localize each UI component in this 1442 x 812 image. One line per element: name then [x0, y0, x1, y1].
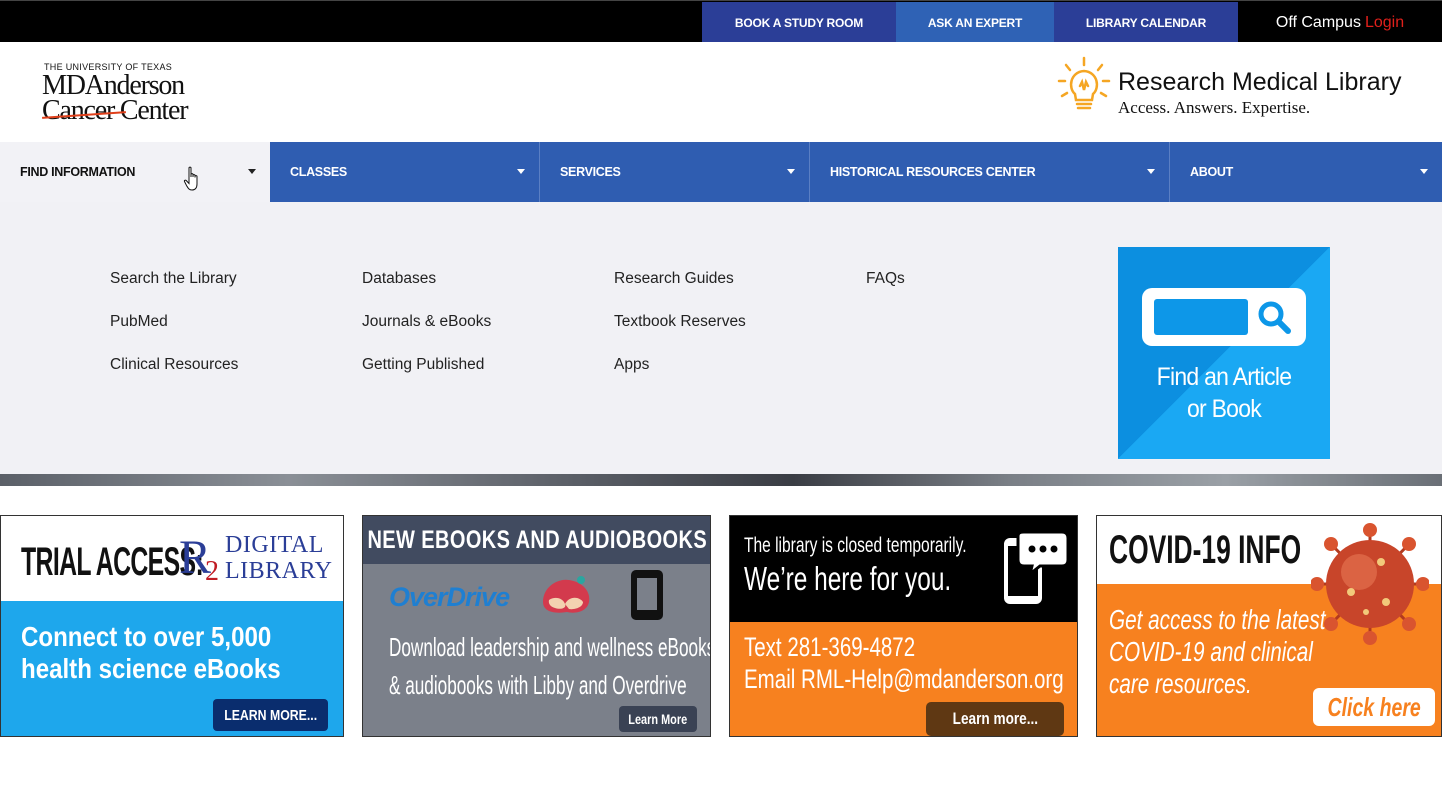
caret-down-icon	[248, 169, 256, 174]
library-tagline: Access. Answers. Expertise.	[1118, 98, 1311, 117]
book-study-room-link[interactable]: BOOK A STUDY ROOM	[702, 2, 896, 43]
find-card-title: Find an Article or Book	[1126, 361, 1321, 425]
covid-line2: COVID-19 and clinical	[1109, 636, 1313, 667]
covid-line1: Get access to the latest	[1109, 604, 1326, 635]
trial-line1: Connect to over 5,000	[21, 621, 272, 652]
main-navigation: FIND INFORMATION CLASSES SERVICES HISTOR…	[0, 142, 1442, 202]
closed-top: The library is closed temporarily. We’re…	[730, 516, 1077, 622]
closed-bottom: Text 281-369-4872 Email RML-Help@mdander…	[730, 622, 1077, 736]
menu-link-search-the-library[interactable]: Search the Library	[110, 270, 237, 288]
card-background	[1118, 247, 1330, 459]
menu-link-faqs[interactable]: FAQs	[866, 270, 905, 288]
ebooks-line1: Download leadership and wellness eBooks	[389, 632, 711, 662]
covid-heading: COVID-19 INFO	[1109, 528, 1302, 572]
new-ebooks-banner[interactable]: NEW EBOOKS AND AUDIOBOOKS OverDrive Down…	[362, 515, 711, 737]
libby-icon	[543, 576, 590, 613]
hand-cursor-icon	[183, 166, 198, 191]
closed-email: Email RML-Help@mdanderson.org	[744, 664, 1064, 694]
off-campus-label: Off Campus	[1275, 13, 1361, 31]
find-card-line2: or Book	[1186, 395, 1262, 423]
menu-link-textbook-reserves[interactable]: Textbook Reserves	[614, 313, 746, 331]
covid-line3: care resources.	[1109, 668, 1252, 699]
find-card-line1: Find an Article	[1156, 363, 1292, 391]
caret-down-icon	[787, 169, 795, 174]
closed-learn-more-button[interactable]: Learn more...	[926, 702, 1064, 736]
login-link[interactable]: Login	[1365, 14, 1404, 32]
covid-click-here-button[interactable]: Click here	[1313, 688, 1435, 726]
r2-digital-library-logo: R 2 DIGITAL LIBRARY	[179, 530, 332, 592]
r2-logo-two: 2	[205, 556, 219, 587]
menu-link-apps[interactable]: Apps	[614, 356, 649, 374]
overdrive-logo: OverDrive	[389, 582, 510, 612]
nav-about[interactable]: ABOUT	[1170, 142, 1442, 202]
trial-heading: TRIAL ACCESS:	[21, 540, 204, 584]
covid-19-info-banner[interactable]: COVID-19 INFO Get access to the latest C…	[1096, 515, 1442, 737]
trial-bottom: Connect to over 5,000 health science eBo…	[1, 601, 343, 736]
nav-label: ABOUT	[1190, 165, 1233, 179]
nav-find-information[interactable]: FIND INFORMATION	[0, 142, 270, 202]
nav-classes[interactable]: CLASSES	[270, 142, 540, 202]
caret-down-icon	[1147, 169, 1155, 174]
trial-learn-more-button[interactable]: LEARN MORE...	[213, 699, 328, 731]
closed-text-number: Text 281-369-4872	[744, 632, 916, 662]
ebooks-learn-more-button[interactable]: Learn More	[619, 706, 697, 732]
search-graphic	[1142, 288, 1306, 346]
menu-link-pubmed[interactable]: PubMed	[110, 313, 168, 331]
r2-logo-library: LIBRARY	[225, 558, 333, 584]
ebooks-line2: & audiobooks with Libby and Overdrive	[389, 670, 687, 700]
md-anderson-logo[interactable]: THE UNIVERSITY OF TEXAS MDAnderson Cance…	[42, 62, 212, 126]
phone-icon	[631, 570, 663, 620]
ebooks-heading: NEW EBOOKS AND AUDIOBOOKS	[367, 525, 708, 554]
nav-services[interactable]: SERVICES	[540, 142, 810, 202]
menu-link-clinical-resources[interactable]: Clinical Resources	[110, 356, 238, 374]
nav-label: CLASSES	[290, 165, 347, 179]
closed-line2: We’re here for you.	[744, 560, 952, 597]
nav-label: FIND INFORMATION	[20, 165, 136, 179]
utility-bar: BOOK A STUDY ROOM ASK AN EXPERT LIBRARY …	[0, 0, 1442, 43]
trial-top: TRIAL ACCESS: R 2 DIGITAL LIBRARY	[1, 516, 343, 601]
trial-access-banner[interactable]: TRIAL ACCESS: R 2 DIGITAL LIBRARY Connec…	[0, 515, 344, 737]
research-medical-library-logo[interactable]: Research Medical Library Access. Answers…	[1056, 56, 1426, 120]
off-campus-login: Off Campus Login	[1238, 2, 1442, 43]
nav-label: SERVICES	[560, 165, 621, 179]
ebooks-body: OverDrive Download leadership and wellne…	[363, 564, 711, 736]
ask-an-expert-link[interactable]: ASK AN EXPERT	[896, 2, 1054, 43]
menu-link-databases[interactable]: Databases	[362, 270, 436, 288]
menu-link-getting-published[interactable]: Getting Published	[362, 356, 484, 374]
find-article-or-book-card[interactable]: Find an Article or Book	[1118, 247, 1330, 459]
search-field-graphic	[1154, 299, 1248, 335]
trial-line2: health science eBooks	[21, 653, 281, 684]
ebooks-description: Download leadership and wellness eBooks …	[389, 628, 711, 704]
ebooks-header: NEW EBOOKS AND AUDIOBOOKS	[363, 516, 710, 564]
caret-down-icon	[1420, 169, 1428, 174]
menu-link-journals-ebooks[interactable]: Journals & eBooks	[362, 313, 491, 331]
campus-photo-strip	[0, 474, 1442, 486]
lightbulb-icon	[1057, 56, 1111, 110]
search-icon	[1258, 301, 1291, 334]
closed-line1: The library is closed temporarily.	[744, 534, 967, 557]
library-calendar-link[interactable]: LIBRARY CALENDAR	[1054, 2, 1238, 43]
library-closed-banner[interactable]: The library is closed temporarily. We’re…	[729, 515, 1078, 737]
menu-link-research-guides[interactable]: Research Guides	[614, 270, 734, 288]
trial-description: Connect to over 5,000 health science eBo…	[21, 621, 281, 685]
phone-chat-icon	[1004, 532, 1070, 604]
coronavirus-icon	[1311, 523, 1429, 645]
nav-historical-resources-center[interactable]: HISTORICAL RESOURCES CENTER	[810, 142, 1170, 202]
caret-down-icon	[517, 169, 525, 174]
site-header: THE UNIVERSITY OF TEXAS MDAnderson Cance…	[0, 42, 1442, 142]
r2-logo-digital: DIGITAL	[225, 532, 324, 558]
library-title: Research Medical Library	[1118, 68, 1402, 96]
nav-label: HISTORICAL RESOURCES CENTER	[830, 165, 1036, 179]
covid-description: Get access to the latest COVID-19 and cl…	[1109, 604, 1326, 700]
